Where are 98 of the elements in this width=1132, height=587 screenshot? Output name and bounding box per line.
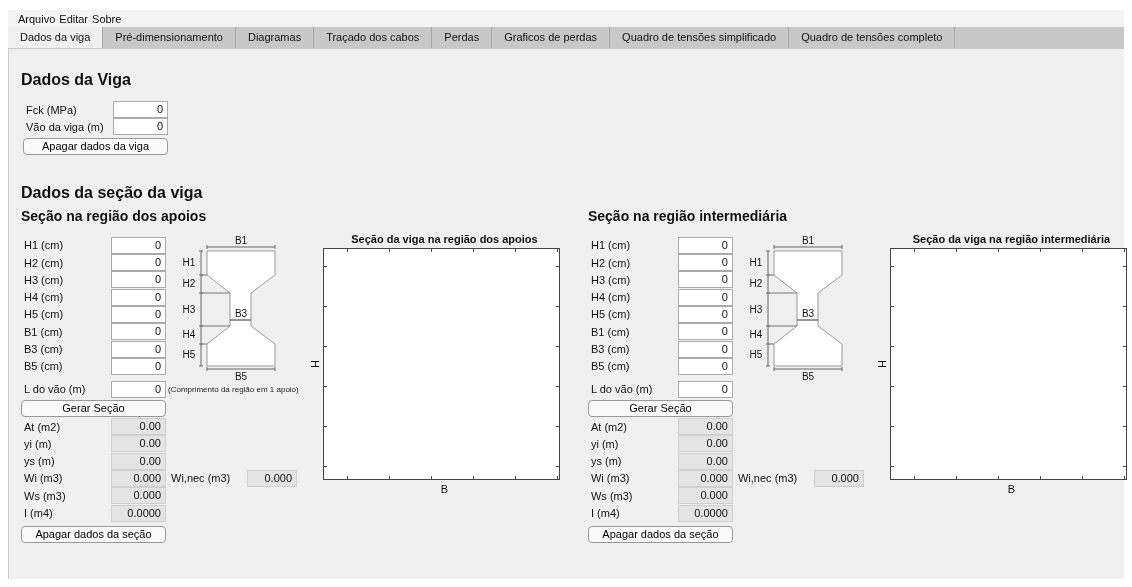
input-field[interactable]: 0 [677, 236, 733, 254]
field-label: B5 (cm) [23, 360, 64, 373]
input-field[interactable]: 0 [111, 271, 166, 289]
generate-button[interactable]: Gerar Seção [21, 399, 166, 417]
input-field[interactable]: 0 [677, 254, 733, 272]
field-label: ys (m) [589, 455, 623, 468]
field-label: I (m4) [589, 507, 621, 519]
output-field: 0.000 [111, 487, 166, 505]
output-field: 0.0000 [111, 504, 166, 522]
output-field: 0.00 [111, 435, 166, 453]
field-label: B5 (cm) [589, 360, 631, 373]
dimension-label: B5 [801, 370, 815, 381]
field-label: L do vão (m) [589, 383, 654, 396]
input-field[interactable]: 0 [113, 118, 168, 136]
dimension-label: H4 [749, 328, 763, 340]
menu-item[interactable]: Arquivo [18, 12, 56, 25]
field-label: L do vão (m) [23, 383, 87, 396]
input-field[interactable]: 0 [111, 236, 166, 254]
field-label: H4 (cm) [23, 291, 65, 304]
dimension-label: H1 [749, 256, 763, 268]
input-field[interactable]: 0 [111, 254, 166, 272]
dimension-label: H3 [749, 303, 763, 315]
subsection-heading: Seção na região intermediária [587, 207, 789, 224]
dimension-label: H2 [749, 277, 763, 289]
plot-title: Seção da viga na região dos apoios [351, 232, 538, 245]
output-field: 0.000 [677, 487, 733, 505]
field-label: I (m4) [23, 507, 54, 519]
input-field[interactable]: 0 [677, 340, 733, 358]
field-label: Wi (m3) [589, 472, 631, 485]
field-label: H3 (cm) [589, 273, 632, 286]
axis-label: H [875, 359, 888, 368]
field-label: Fck (MPa) [25, 103, 78, 116]
field-label: yi (m) [589, 437, 620, 450]
section-heading: Dados da Viga [21, 71, 132, 89]
subsection-heading: Seção na região dos apoios [21, 207, 208, 224]
dimension-label: B1 [234, 234, 248, 246]
field-label: B1 (cm) [23, 325, 64, 338]
field-label: B3 (cm) [589, 343, 631, 355]
field-label: Wi (m3) [23, 472, 64, 485]
axis-label: B [440, 482, 449, 495]
input-field[interactable]: 0 [111, 323, 166, 341]
menu-item[interactable]: Editar [59, 12, 89, 25]
dimension-label: B1 [801, 234, 815, 246]
dimension-label: B5 [234, 370, 248, 381]
field-label: B3 (cm) [23, 343, 64, 355]
field-label: H2 (cm) [589, 256, 632, 269]
dimension-label: H1 [182, 256, 196, 268]
field-label: Ws (m3) [589, 489, 634, 502]
field-label: H3 (cm) [23, 273, 65, 286]
field-label: ys (m) [23, 455, 56, 468]
axis-label: H [309, 359, 321, 368]
field-label: Vão da viga (m) [25, 120, 105, 133]
field-label: H1 (cm) [589, 239, 632, 252]
output-field: 0.000 [813, 469, 864, 487]
field-label: H5 (cm) [589, 308, 632, 321]
dimension-label: B3 [801, 307, 815, 319]
field-label: H4 (cm) [589, 291, 632, 304]
input-field[interactable]: 0 [111, 288, 166, 306]
field-label: At (m2) [589, 420, 628, 433]
dimension-label: H5 [749, 348, 763, 360]
field-label: B1 (cm) [589, 325, 631, 338]
output-field: 0.00 [111, 418, 166, 436]
output-field: 0.00 [677, 452, 733, 470]
field-note: (Comprimento da região em 1 apoio) [168, 384, 299, 394]
output-field: 0.0000 [677, 504, 733, 522]
dimension-label: B3 [234, 307, 248, 319]
field-label: H1 (cm) [23, 239, 65, 252]
input-field[interactable]: 0 [677, 288, 733, 306]
dimension-label: H2 [182, 277, 196, 289]
field-label: yi (m) [23, 437, 53, 450]
output-field: 0.00 [111, 452, 166, 470]
field-label: H2 (cm) [23, 256, 65, 269]
output-field: 0.00 [677, 435, 733, 453]
input-field[interactable]: 0 [111, 340, 166, 358]
dimension-label: H5 [182, 348, 196, 360]
clear-button[interactable]: Apagar dados da seção [21, 525, 166, 543]
input-field[interactable]: 0 [111, 380, 166, 398]
input-field[interactable]: 0 [113, 101, 168, 119]
plot-title: Seção da viga na região intermediária [912, 232, 1111, 245]
dimension-label: H3 [182, 303, 196, 315]
output-field: 0.000 [247, 469, 297, 487]
clear-button[interactable]: Apagar dados da viga [23, 137, 168, 155]
section-heading: Dados da seção da viga [21, 183, 204, 202]
field-label: Wi,nec (m3) [737, 472, 799, 485]
input-field[interactable]: 0 [677, 323, 733, 341]
output-field: 0.00 [677, 418, 733, 436]
generate-button[interactable]: Gerar Seção [587, 399, 733, 417]
field-label: Ws (m3) [23, 489, 67, 502]
field-label: At (m2) [23, 420, 62, 433]
field-label: H5 (cm) [23, 308, 65, 321]
menu-item[interactable]: Sobre [92, 12, 122, 25]
clear-button[interactable]: Apagar dados da seção [587, 525, 733, 543]
input-field[interactable]: 0 [677, 380, 733, 398]
axis-label: B [1007, 482, 1016, 495]
tab[interactable]: Dados da viga [8, 27, 104, 48]
input-field[interactable]: 0 [677, 271, 733, 289]
dimension-label: H4 [182, 328, 196, 340]
field-label: Wi,nec (m3) [171, 472, 232, 485]
